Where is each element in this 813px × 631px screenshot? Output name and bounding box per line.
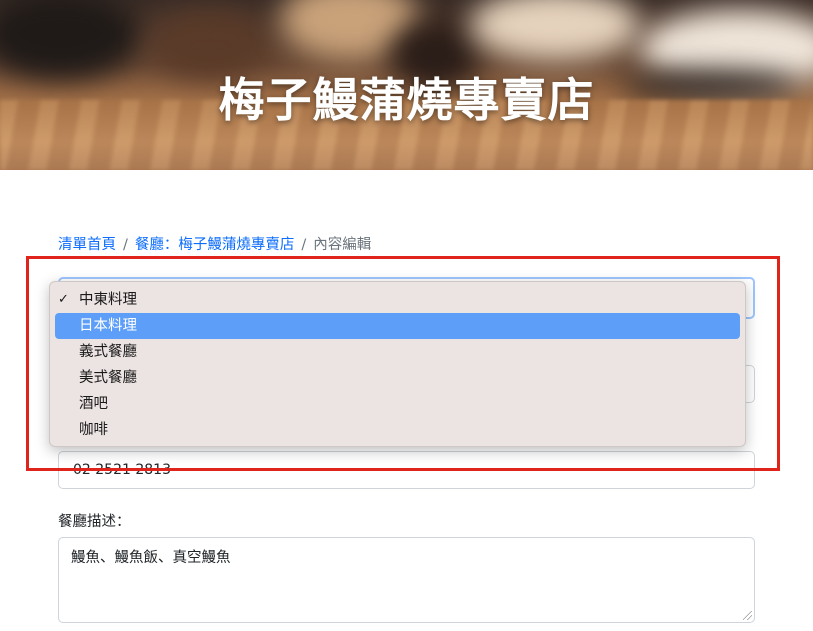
breadcrumb: 清單首頁 / 餐廳：梅子鰻蒲燒專賣店 / 內容編輯 xyxy=(58,233,371,254)
hero-title: 梅子鰻蒲燒專賣店 xyxy=(218,73,595,127)
description-textarea[interactable]: 鰻魚、鰻魚飯、真空鰻魚 xyxy=(58,537,755,623)
description-label: 餐廳描述： xyxy=(58,514,131,530)
breadcrumb-separator: / xyxy=(301,237,307,253)
breadcrumb-separator: / xyxy=(123,237,128,253)
hero-bg-shape xyxy=(470,0,640,60)
breadcrumb-current: 內容編輯 xyxy=(313,237,372,253)
description-text: 鰻魚、鰻魚飯、真空鰻魚 xyxy=(71,550,231,566)
hero-banner: 梅子鰻蒲燒專賣店 xyxy=(0,0,813,170)
annotation-highlight-box xyxy=(26,256,780,471)
breadcrumb-restaurant-link[interactable]: 餐廳：梅子鰻蒲燒專賣店 xyxy=(135,237,295,253)
breadcrumb-home-link[interactable]: 清單首頁 xyxy=(58,237,116,253)
resize-handle-icon[interactable] xyxy=(743,611,752,620)
